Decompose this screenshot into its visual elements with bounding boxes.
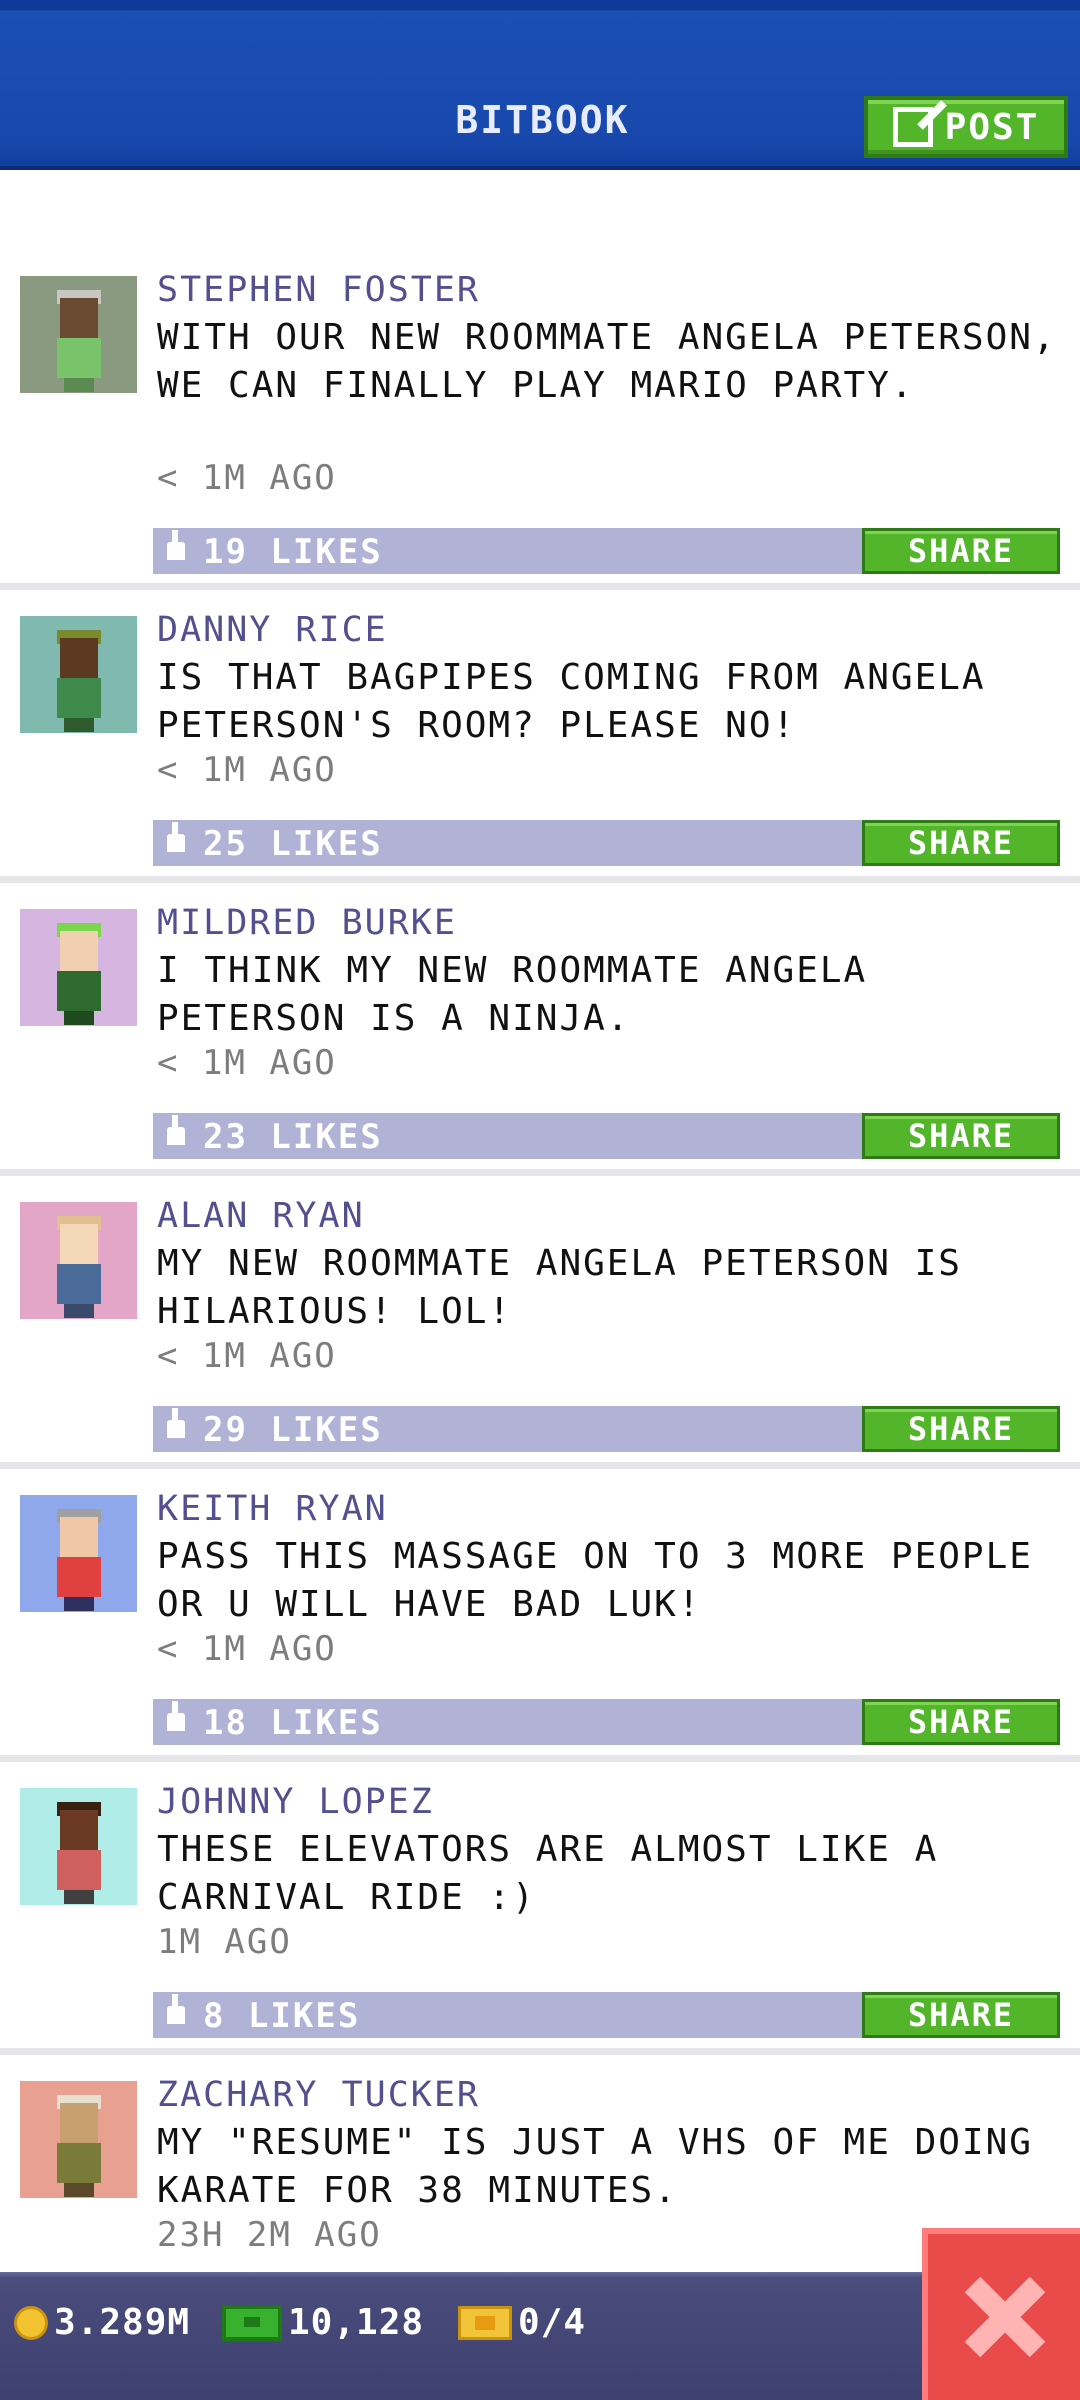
avatar-body bbox=[57, 1264, 101, 1304]
share-button[interactable]: SHARE bbox=[862, 1699, 1060, 1745]
avatar-legs bbox=[64, 718, 94, 732]
coins-stat[interactable]: 3.289M bbox=[14, 2302, 190, 2343]
post-time: < 1M AGO bbox=[157, 1629, 337, 1669]
thumbs-up-icon bbox=[167, 530, 185, 560]
avatar-head bbox=[60, 638, 98, 678]
share-button[interactable]: SHARE bbox=[862, 1113, 1060, 1159]
likes-bar[interactable]: 8 LIKES SHARE bbox=[153, 1992, 1060, 2038]
poster-name[interactable]: ZACHARY TUCKER bbox=[157, 2075, 480, 2115]
likes-bar[interactable]: 25 LIKES SHARE bbox=[153, 820, 1060, 866]
post-button-label: POST bbox=[944, 106, 1040, 148]
tickets-stat[interactable]: 0/4 bbox=[458, 2302, 586, 2343]
post-time: 1M AGO bbox=[157, 1922, 292, 1962]
post-time: < 1M AGO bbox=[157, 1043, 337, 1083]
avatar-head bbox=[60, 298, 98, 338]
close-icon bbox=[964, 2277, 1044, 2357]
thumbs-up-icon bbox=[167, 822, 185, 852]
likes-count: 18 LIKES bbox=[203, 1703, 383, 1743]
post-text: IS THAT BAGPIPES COMING FROM ANGELA PETE… bbox=[157, 657, 986, 746]
avatar[interactable] bbox=[20, 1202, 137, 1319]
avatar[interactable] bbox=[20, 616, 137, 733]
avatar[interactable] bbox=[20, 2081, 137, 2198]
close-button[interactable] bbox=[922, 2228, 1080, 2400]
likes-bar[interactable]: 23 LIKES SHARE bbox=[153, 1113, 1060, 1159]
post-text: THESE ELEVATORS ARE ALMOST LIKE A CARNIV… bbox=[157, 1829, 939, 1918]
avatar[interactable] bbox=[20, 1495, 137, 1612]
avatar-head bbox=[60, 1517, 98, 1557]
bux-stat[interactable]: 10,128 bbox=[222, 2302, 424, 2343]
post-text: MY NEW ROOMMATE ANGELA PETERSON IS HILAR… bbox=[157, 1243, 962, 1332]
avatar[interactable] bbox=[20, 909, 137, 1026]
bux-value: 10,128 bbox=[288, 2302, 425, 2343]
post-time: < 1M AGO bbox=[157, 458, 337, 498]
poster-name[interactable]: JOHNNY LOPEZ bbox=[157, 1782, 434, 1822]
avatar-body bbox=[57, 971, 101, 1011]
feed-post: MILDRED BURKE I THINK MY NEW ROOMMATE AN… bbox=[0, 883, 1080, 1176]
avatar-head bbox=[60, 1810, 98, 1850]
share-button[interactable]: SHARE bbox=[862, 820, 1060, 866]
bux-icon bbox=[222, 2304, 282, 2341]
poster-name[interactable]: DANNY RICE bbox=[157, 610, 388, 650]
post-text: WITH OUR NEW ROOMMATE ANGELA PETERSON, W… bbox=[157, 317, 1057, 406]
avatar-body bbox=[57, 1850, 101, 1890]
avatar[interactable] bbox=[20, 276, 137, 393]
post-text: MY "RESUME" IS JUST A VHS OF ME DOING KA… bbox=[157, 2122, 1033, 2211]
avatar-head bbox=[60, 1224, 98, 1264]
app-header: BITBOOK POST bbox=[0, 0, 1080, 170]
thumbs-up-icon bbox=[167, 1115, 185, 1145]
avatar-legs bbox=[64, 1597, 94, 1611]
poster-name[interactable]: ALAN RYAN bbox=[157, 1196, 365, 1236]
likes-count: 8 LIKES bbox=[203, 1996, 361, 2036]
likes-count: 23 LIKES bbox=[203, 1117, 383, 1157]
poster-name[interactable]: KEITH RYAN bbox=[157, 1489, 388, 1529]
likes-count: 29 LIKES bbox=[203, 1410, 383, 1450]
likes-count: 25 LIKES bbox=[203, 824, 383, 864]
avatar-body bbox=[57, 1557, 101, 1597]
avatar-body bbox=[57, 678, 101, 718]
avatar-legs bbox=[64, 378, 94, 392]
poster-name[interactable]: STEPHEN FOSTER bbox=[157, 270, 480, 310]
poster-name[interactable]: MILDRED BURKE bbox=[157, 903, 457, 943]
tickets-value: 0/4 bbox=[518, 2302, 587, 2343]
feed-post: KEITH RYAN PASS THIS MASSAGE ON TO 3 MOR… bbox=[0, 1469, 1080, 1762]
avatar-legs bbox=[64, 1890, 94, 1904]
thumbs-up-icon bbox=[167, 1701, 185, 1731]
avatar-body bbox=[57, 2143, 101, 2183]
share-button[interactable]: SHARE bbox=[862, 1992, 1060, 2038]
avatar-body bbox=[57, 338, 101, 378]
feed-post: ALAN RYAN MY NEW ROOMMATE ANGELA PETERSO… bbox=[0, 1176, 1080, 1469]
post-button[interactable]: POST bbox=[864, 96, 1068, 158]
likes-count: 19 LIKES bbox=[203, 532, 383, 572]
likes-bar[interactable]: 19 LIKES SHARE bbox=[153, 528, 1060, 574]
post-text: PASS THIS MASSAGE ON TO 3 MORE PEOPLE OR… bbox=[157, 1536, 1033, 1625]
coins-value: 3.289M bbox=[54, 2302, 191, 2343]
feed-list[interactable]: STEPHEN FOSTER WITH OUR NEW ROOMMATE ANG… bbox=[0, 250, 1080, 2300]
feed-post: DANNY RICE IS THAT BAGPIPES COMING FROM … bbox=[0, 590, 1080, 883]
avatar-legs bbox=[64, 1304, 94, 1318]
post-time: < 1M AGO bbox=[157, 1336, 337, 1376]
thumbs-up-icon bbox=[167, 1408, 185, 1438]
avatar-head bbox=[60, 931, 98, 971]
likes-bar[interactable]: 18 LIKES SHARE bbox=[153, 1699, 1060, 1745]
feed-post: JOHNNY LOPEZ THESE ELEVATORS ARE ALMOST … bbox=[0, 1762, 1080, 2055]
post-time: 23H 2M AGO bbox=[157, 2215, 382, 2255]
edit-icon bbox=[892, 107, 933, 147]
feed-post: STEPHEN FOSTER WITH OUR NEW ROOMMATE ANG… bbox=[0, 250, 1080, 590]
avatar-head bbox=[60, 2103, 98, 2143]
ticket-icon bbox=[458, 2305, 512, 2340]
thumbs-up-icon bbox=[167, 1994, 185, 2024]
avatar[interactable] bbox=[20, 1788, 137, 1905]
share-button[interactable]: SHARE bbox=[862, 528, 1060, 574]
bottom-status-bar: 3.289M 10,128 0/4 bbox=[0, 2272, 1080, 2400]
avatar-legs bbox=[64, 2183, 94, 2197]
avatar-legs bbox=[64, 1011, 94, 1025]
coin-icon bbox=[14, 2305, 48, 2340]
share-button[interactable]: SHARE bbox=[862, 1406, 1060, 1452]
post-time: < 1M AGO bbox=[157, 750, 337, 790]
likes-bar[interactable]: 29 LIKES SHARE bbox=[153, 1406, 1060, 1452]
post-text: I THINK MY NEW ROOMMATE ANGELA PETERSON … bbox=[157, 950, 868, 1039]
